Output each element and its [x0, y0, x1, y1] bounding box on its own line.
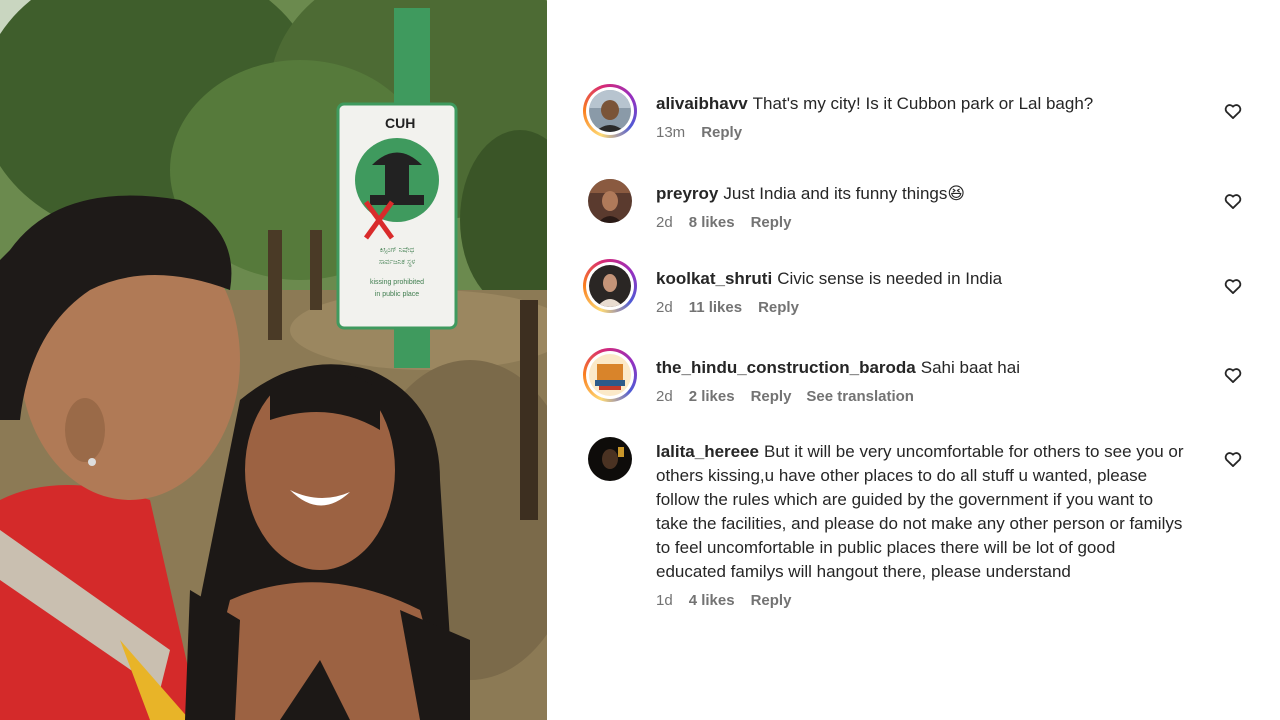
comment-text: Sahi baat hai — [920, 358, 1020, 377]
sign-text-1: ಕಿಸ್ಸಿಂಗ್ ನಿಷೇಧ — [380, 246, 415, 254]
post-photo: CUH ಕಿಸ್ಸಿಂಗ್ ನಿಷೇಧ ಸಾರ್ವಜನಿಕ ಸ್ಥಳ kissi… — [0, 0, 547, 720]
comment-time: 2d — [656, 388, 673, 405]
comment-text: That's my city! Is it Cubbon park or Lal… — [752, 94, 1094, 113]
heart-outline-icon[interactable] — [1223, 365, 1243, 385]
no-kissing-sign: CUH ಕಿಸ್ಸಿಂಗ್ ನಿಷೇಧ ಸಾರ್ವಜನಿಕ ಸ್ಥಳ kissi… — [336, 102, 458, 330]
sign-text-4: in public place — [375, 291, 419, 298]
comment-text: But it will be very uncomfortable for ot… — [656, 442, 1184, 581]
avatar-ring[interactable] — [583, 432, 637, 486]
reply-button[interactable]: Reply — [758, 299, 799, 316]
comment-username[interactable]: preyroy — [656, 184, 718, 203]
see-translation-button[interactable]: See translation — [806, 388, 914, 405]
comment-time: 2d — [656, 214, 673, 231]
comments-panel: alivaibhavv That's my city! Is it Cubbon … — [547, 0, 1280, 720]
sign-text-3: kissing prohibited — [370, 279, 424, 286]
avatar-ring[interactable] — [583, 259, 637, 313]
comment-time: 1d — [656, 592, 673, 609]
heart-outline-icon[interactable] — [1223, 449, 1243, 469]
heart-outline-icon[interactable] — [1223, 191, 1243, 211]
comment-username[interactable]: alivaibhavv — [656, 94, 748, 113]
comment-text: Civic sense is needed in India — [777, 269, 1003, 288]
profile-photo-icon — [588, 179, 632, 223]
comment-username[interactable]: lalita_hereee — [656, 442, 759, 461]
reply-button[interactable]: Reply — [751, 592, 792, 609]
sign-header: CUH — [385, 115, 415, 131]
comment-username[interactable]: koolkat_shruti — [656, 269, 772, 288]
comment-time: 13m — [656, 124, 686, 141]
avatar-ring[interactable] — [583, 174, 637, 228]
profile-photo-icon — [589, 90, 631, 132]
heart-outline-icon[interactable] — [1223, 276, 1243, 296]
avatar-ring[interactable] — [583, 84, 637, 138]
reply-button[interactable]: Reply — [751, 388, 792, 405]
profile-photo-icon — [589, 265, 631, 307]
profile-photo-icon — [588, 437, 632, 481]
comment-text: Just India and its funny things😆 — [723, 184, 966, 203]
comment-likes[interactable]: 2 likes — [689, 388, 735, 405]
comment-likes[interactable]: 8 likes — [689, 214, 735, 231]
business-logo-icon — [589, 354, 631, 396]
photo-scene: CUH ಕಿಸ್ಸಿಂಗ್ ನಿಷೇಧ ಸಾರ್ವಜನಿಕ ಸ್ಥಳ kissi… — [0, 0, 547, 720]
comment-time: 2d — [656, 299, 673, 316]
comment-username[interactable]: the_hindu_construction_baroda — [656, 358, 916, 377]
reply-button[interactable]: Reply — [751, 214, 792, 231]
reply-button[interactable]: Reply — [701, 124, 742, 141]
comment-likes[interactable]: 4 likes — [689, 592, 735, 609]
avatar-ring[interactable] — [583, 348, 637, 402]
heart-outline-icon[interactable] — [1223, 101, 1243, 121]
comment-likes[interactable]: 11 likes — [689, 299, 742, 316]
